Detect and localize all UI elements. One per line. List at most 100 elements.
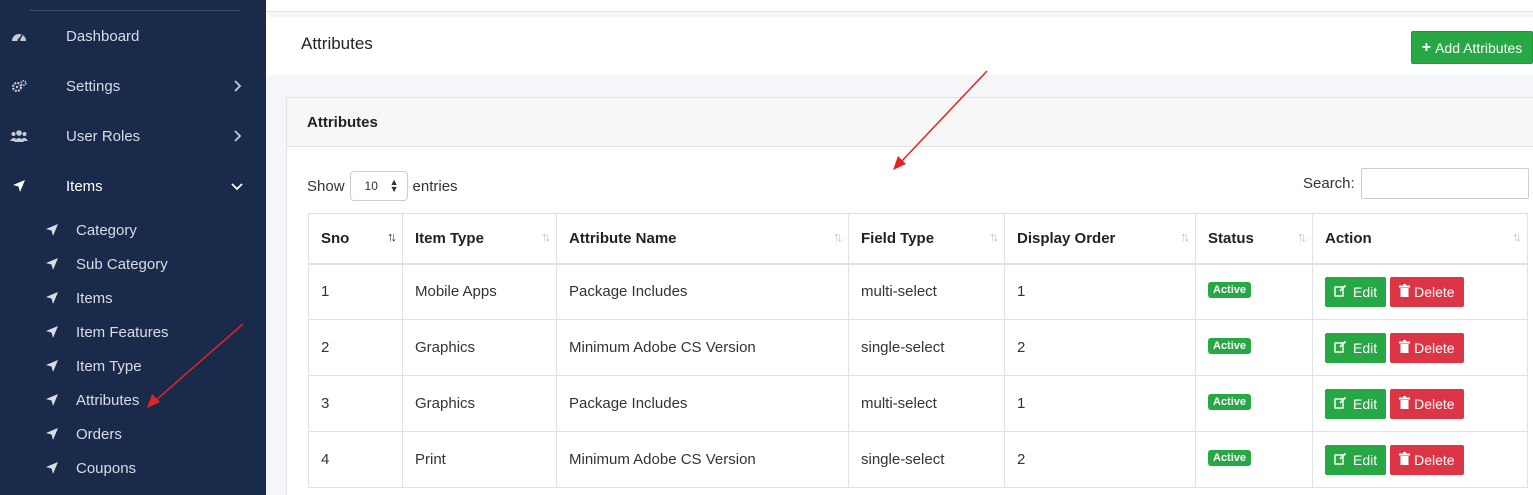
cell-item-type: Mobile Apps bbox=[402, 263, 557, 320]
cogs-icon bbox=[10, 77, 28, 95]
trash-icon bbox=[1399, 395, 1411, 412]
sidebar-item-settings[interactable]: Settings bbox=[0, 66, 266, 106]
location-arrow-icon bbox=[10, 177, 28, 195]
sidebar-subitem-label: Sub Category bbox=[76, 255, 168, 273]
edit-icon bbox=[1334, 452, 1347, 468]
sidebar-subitem-sub-category[interactable]: Sub Category bbox=[0, 250, 266, 278]
sidebar-item-items[interactable]: Items bbox=[0, 166, 266, 206]
cell-action: Edit Delete bbox=[1312, 263, 1528, 320]
column-header-label: Attribute Name bbox=[569, 229, 677, 247]
sidebar-subitem-orders[interactable]: Orders bbox=[0, 420, 266, 448]
sidebar-subitem-item-features[interactable]: Item Features bbox=[0, 318, 266, 346]
attributes-card: Attributes Show 10 ▲ ▼ entries Search: Sn… bbox=[286, 97, 1533, 495]
cell-attribute-name: Minimum Adobe CS Version bbox=[556, 431, 849, 488]
delete-button[interactable]: Delete bbox=[1390, 276, 1464, 307]
column-header-label: Action bbox=[1325, 229, 1372, 247]
entries-select-value: 10 bbox=[364, 179, 378, 193]
column-header-status[interactable]: Status ↑↓ bbox=[1195, 213, 1313, 265]
card-title: Attributes bbox=[307, 114, 378, 131]
edit-button[interactable]: Edit bbox=[1325, 332, 1387, 363]
cell-status: Active bbox=[1195, 375, 1313, 432]
sidebar-subitem-coupons[interactable]: Coupons bbox=[0, 454, 266, 482]
cell-sno: 1 bbox=[308, 263, 403, 320]
delete-label: Delete bbox=[1414, 395, 1455, 412]
sidebar-item-user-roles[interactable]: User Roles bbox=[0, 116, 266, 156]
entries-label: entries bbox=[412, 177, 458, 195]
delete-button[interactable]: Delete bbox=[1390, 332, 1464, 363]
sidebar-item-label: Settings bbox=[66, 77, 121, 95]
search-label: Search: bbox=[1303, 175, 1355, 192]
location-arrow-icon bbox=[45, 393, 59, 407]
sidebar-subitem-item-type[interactable]: Item Type bbox=[0, 352, 266, 380]
trash-icon bbox=[1399, 283, 1411, 300]
card-header: Attributes bbox=[287, 98, 1533, 147]
table-row: 2 Graphics Minimum Adobe CS Version sing… bbox=[308, 319, 1528, 376]
show-label: Show bbox=[307, 177, 345, 195]
entries-length-control: Show 10 ▲ ▼ entries bbox=[307, 171, 458, 201]
delete-label: Delete bbox=[1414, 451, 1455, 468]
column-header-label: Item Type bbox=[415, 229, 484, 247]
column-header-action[interactable]: Action ↑↓ bbox=[1312, 213, 1528, 265]
trash-icon bbox=[1399, 451, 1411, 468]
cell-display-order: 1 bbox=[1004, 375, 1196, 432]
location-arrow-icon bbox=[45, 325, 59, 339]
edit-icon bbox=[1334, 340, 1347, 356]
cell-sno: 4 bbox=[308, 431, 403, 488]
table-header-row: Sno ↑↓ Item Type ↑↓ Attribute Name ↑↓ Field… bbox=[308, 213, 1528, 265]
add-attributes-button[interactable]: + Add Attributes bbox=[1411, 31, 1533, 64]
column-header-field-type[interactable]: Field Type ↑↓ bbox=[848, 213, 1005, 265]
edit-label: Edit bbox=[1353, 451, 1378, 468]
edit-label: Edit bbox=[1353, 395, 1378, 412]
delete-button[interactable]: Delete bbox=[1390, 444, 1464, 475]
cell-attribute-name: Minimum Adobe CS Version bbox=[556, 319, 849, 376]
edit-icon bbox=[1334, 396, 1347, 412]
location-arrow-icon bbox=[45, 427, 59, 441]
delete-label: Delete bbox=[1414, 283, 1455, 300]
sidebar-item-label: Dashboard bbox=[66, 27, 140, 45]
edit-label: Edit bbox=[1353, 339, 1378, 356]
dashboard-icon bbox=[10, 27, 28, 45]
location-arrow-icon bbox=[45, 359, 59, 373]
cell-item-type: Graphics bbox=[402, 319, 557, 376]
edit-button[interactable]: Edit bbox=[1325, 388, 1387, 419]
entries-select[interactable]: 10 ▲ ▼ bbox=[349, 171, 408, 201]
sidebar-subitem-label: Coupons bbox=[76, 459, 137, 477]
sidebar-divider bbox=[30, 10, 240, 11]
sidebar-item-label: Items bbox=[66, 177, 103, 195]
table-row: 1 Mobile Apps Package Includes multi-sel… bbox=[308, 263, 1528, 320]
sidebar-subitem-label: Item Features bbox=[76, 323, 169, 341]
add-attributes-label: Add Attributes bbox=[1435, 39, 1523, 56]
column-header-display-order[interactable]: Display Order ↑↓ bbox=[1004, 213, 1196, 265]
plus-icon: + bbox=[1421, 38, 1432, 56]
sidebar-subitem-category[interactable]: Category bbox=[0, 216, 266, 244]
column-header-label: Status bbox=[1208, 229, 1254, 247]
status-badge: Active bbox=[1208, 337, 1252, 354]
attributes-table: Sno ↑↓ Item Type ↑↓ Attribute Name ↑↓ Field… bbox=[308, 213, 1528, 488]
sort-icon: ↑↓ bbox=[1180, 229, 1190, 244]
cell-status: Active bbox=[1195, 319, 1313, 376]
edit-label: Edit bbox=[1353, 283, 1378, 300]
sort-icon: ↑↓ bbox=[541, 229, 551, 244]
column-header-label: Field Type bbox=[861, 229, 935, 247]
column-header-sno[interactable]: Sno ↑↓ bbox=[308, 213, 403, 265]
cell-item-type: Graphics bbox=[402, 375, 557, 432]
select-arrows-icon: ▲ ▼ bbox=[389, 177, 399, 194]
column-header-attribute-name[interactable]: Attribute Name ↑↓ bbox=[556, 213, 849, 265]
edit-button[interactable]: Edit bbox=[1325, 276, 1387, 307]
sort-icon: ↑↓ bbox=[989, 229, 999, 244]
search-input[interactable] bbox=[1360, 168, 1529, 199]
sidebar-subitem-items[interactable]: Items bbox=[0, 284, 266, 312]
cell-status: Active bbox=[1195, 263, 1313, 320]
edit-button[interactable]: Edit bbox=[1325, 444, 1387, 475]
delete-button[interactable]: Delete bbox=[1390, 388, 1464, 419]
table-row: 4 Print Minimum Adobe CS Version single-… bbox=[308, 431, 1528, 488]
sidebar-subitem-attributes[interactable]: Attributes bbox=[0, 386, 266, 414]
cell-display-order: 1 bbox=[1004, 263, 1196, 320]
sidebar-item-dashboard[interactable]: Dashboard bbox=[0, 16, 266, 56]
search-control: Search: bbox=[1303, 168, 1529, 199]
column-header-item-type[interactable]: Item Type ↑↓ bbox=[402, 213, 557, 265]
page-title: Attributes bbox=[301, 34, 373, 53]
sort-icon: ↑↓ bbox=[387, 229, 397, 244]
table-row: 3 Graphics Package Includes multi-select… bbox=[308, 375, 1528, 432]
column-header-label: Sno bbox=[321, 229, 350, 247]
